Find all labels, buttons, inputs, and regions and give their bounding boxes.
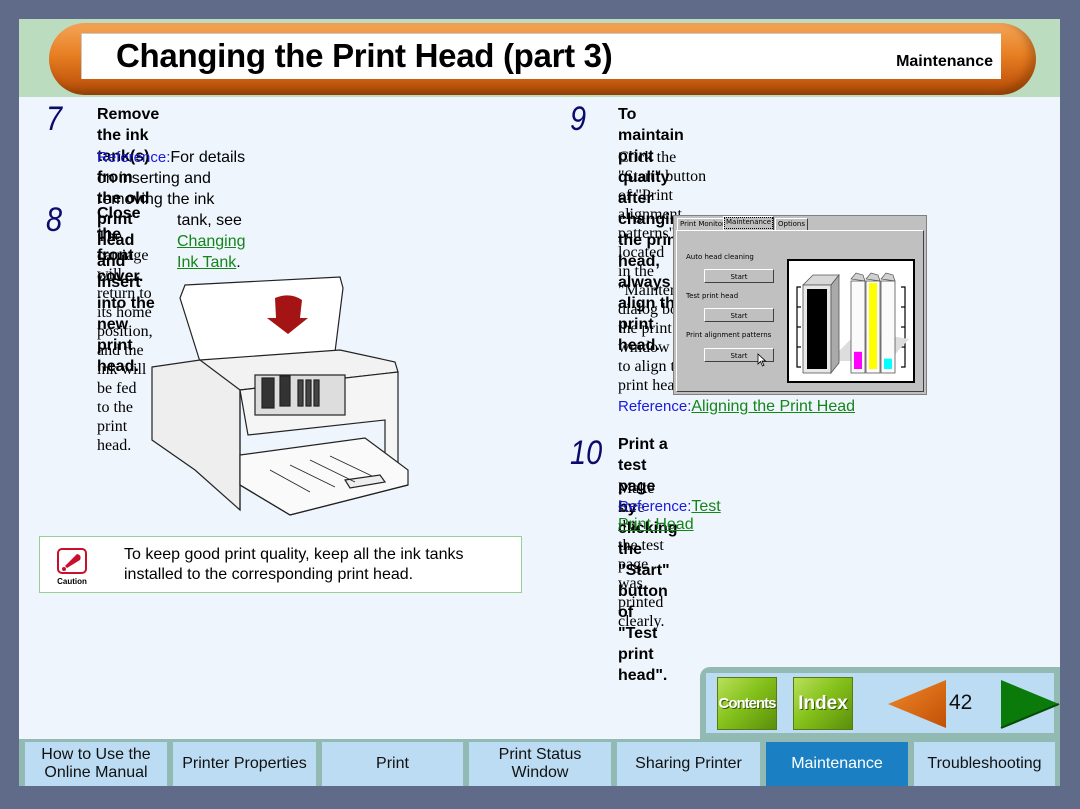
tab-label: Print Status Window [499,746,582,782]
contents-button[interactable]: Contents [717,677,777,730]
previous-page-button[interactable] [886,678,948,730]
page-nav-panel: Contents Index 42 [700,667,1060,739]
reference-label: Reference: [618,398,692,415]
cursor-icon [757,353,767,367]
section-tabs: How to Use the Online Manual Printer Prope… [19,739,1060,786]
dialog-label: Print alignment patterns [686,331,772,339]
tab-print-status-window[interactable]: Print Status Window [469,742,611,786]
step-number: 8 [46,201,63,239]
caution-icon: Caution [57,548,87,586]
step-number: 10 [570,434,603,472]
dialog-tab-print-monitor: Print Monitor [677,218,728,230]
tab-label: Printer Properties [182,755,307,773]
step-number: 9 [570,100,587,138]
tab-label: Troubleshooting [927,755,1041,773]
header-box: Changing the Print Head (part 3) Mainten… [81,33,1001,79]
cyan-ink-level [884,358,892,369]
dialog-start-button: Start [704,269,774,283]
reference-label: Reference: [618,498,692,515]
page-number: 42 [949,691,973,714]
tab-label-line: Sharing Printer [635,755,742,772]
page-title: Changing the Print Head (part 3) [116,37,613,74]
caution-text-line: installed to the corresponding print hea… [124,566,414,583]
reference-text: . [236,254,241,271]
tab-label-line: How to Use the [41,746,151,763]
tab-label-line: Maintenance [791,755,883,772]
tab-label: Sharing Printer [635,755,742,773]
tab-label: Maintenance [791,755,883,773]
tank-side [830,273,840,375]
tab-sharing-printer[interactable]: Sharing Printer [617,742,760,786]
caution-icon-label: Caution [57,577,87,586]
tank-top [880,272,896,282]
index-button[interactable]: Index [793,677,853,730]
next-page-button[interactable] [999,678,1061,730]
tab-label-line: Print Status [498,746,582,763]
tab-label-line: Printer Properties [182,755,307,772]
tab-label: How to Use the Online Manual [41,746,150,782]
reference-text: tank, see [177,212,242,229]
caution-text: To keep good print quality, keep all the… [124,545,463,585]
tab-label-line: Troubleshooting [927,755,1042,772]
next-arrow-icon [1001,680,1059,728]
tab-label-line: Window [511,764,569,781]
section-label: Maintenance [896,53,993,70]
manual-page: Changing the Print Head (part 3) Mainten… [19,19,1060,786]
maintenance-dialog-screenshot: Print Monitor Maintenance Options Auto h… [673,215,927,395]
dialog-tab-options: Options [775,218,809,230]
dialog-panel: Auto head cleaning Start Test print head… [676,230,924,392]
dialog-start-button: Start [704,308,774,322]
tab-maintenance[interactable]: Maintenance [766,742,908,786]
reference-label: Reference: [97,149,171,166]
ink-level-view [787,259,915,383]
step-number: 7 [46,100,63,138]
magenta-ink-level [854,351,862,369]
printer-illustration [151,276,409,516]
prev-arrow-icon [888,680,946,728]
reference: Reference:Test Print Head [618,498,721,534]
black-ink-level [807,289,827,369]
page-nav-inner: Contents Index 42 [706,673,1060,733]
tab-how-to-use[interactable]: How to Use the Online Manual [25,742,167,786]
caution-text-line: To keep good print quality, keep all the… [124,546,464,563]
tab-label: Print [376,755,409,773]
tank-top [865,272,881,282]
dialog-label: Test print head [686,292,739,300]
tab-troubleshooting[interactable]: Troubleshooting [914,742,1055,786]
dialog-tab-maintenance: Maintenance [723,216,775,230]
yellow-ink-level [869,283,877,369]
step-heading-line: "Test print head". [618,625,668,684]
dialog-label: Auto head cleaning [686,253,754,261]
tab-label-line: Online Manual [44,764,148,781]
reference: Reference:Aligning the Print Head [618,398,855,416]
header-band: Changing the Print Head (part 3) Mainten… [19,19,1060,97]
tab-label-line: Print [376,755,409,772]
tank-top [850,272,866,282]
tab-print[interactable]: Print [322,742,463,786]
ink-tanks-graphic [796,272,909,375]
aligning-print-head-link[interactable]: Aligning the Print Head [691,398,855,415]
tab-printer-properties[interactable]: Printer Properties [173,742,316,786]
caution-box: Caution To keep good print quality, keep… [39,536,522,593]
